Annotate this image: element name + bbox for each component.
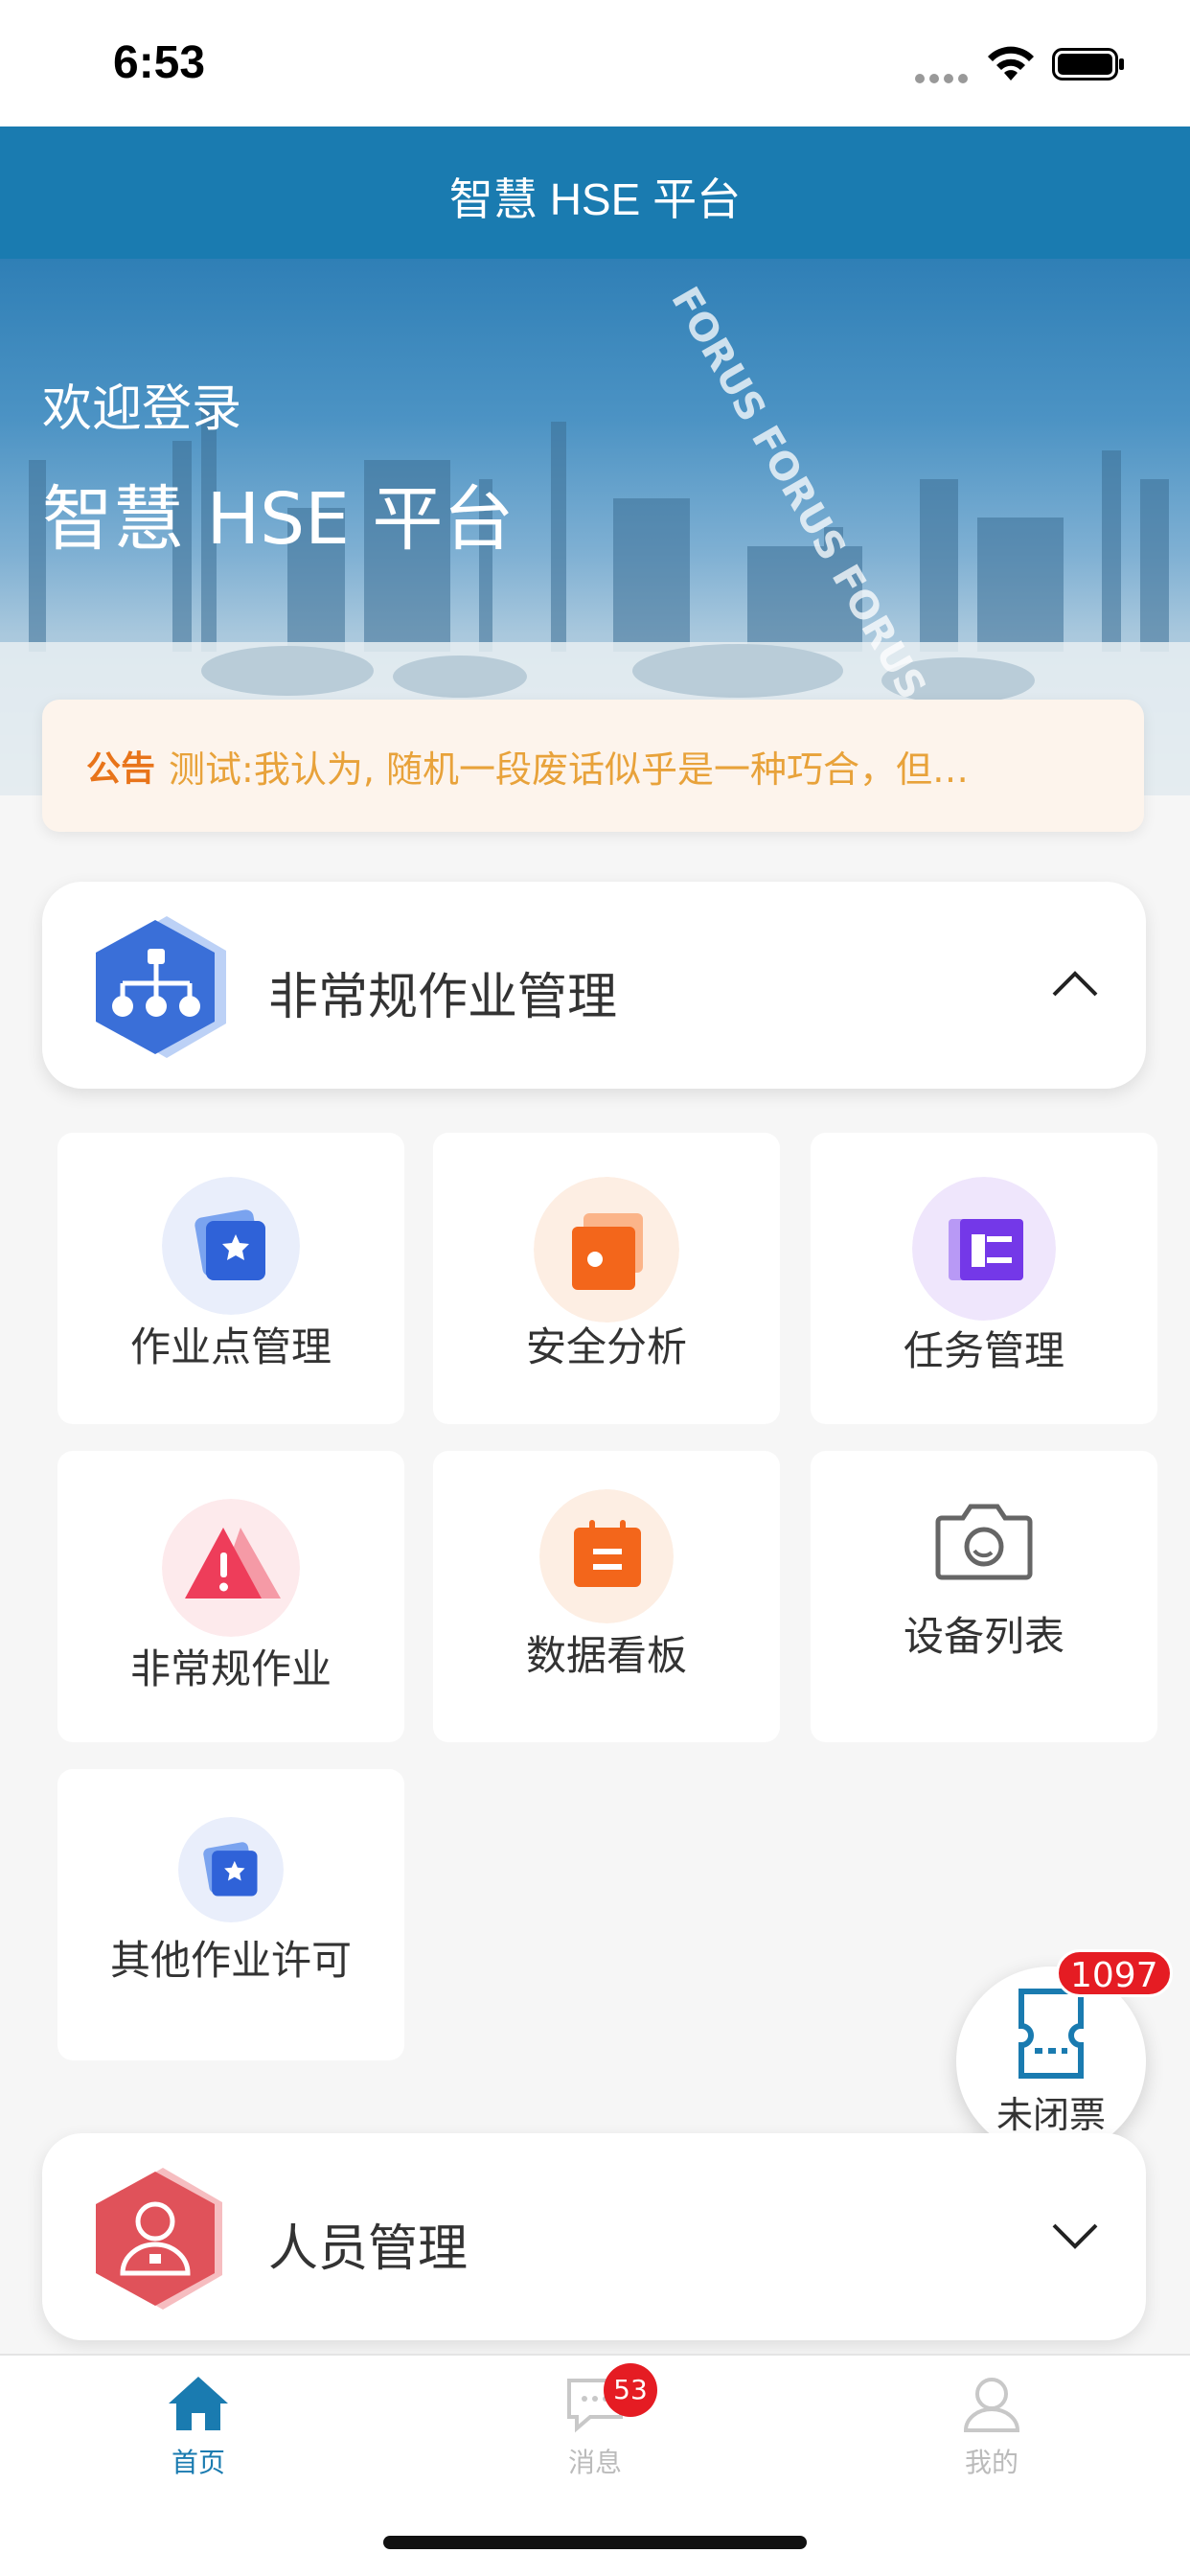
notice-tag: 公告 xyxy=(86,749,156,789)
message-count-badge: 53 xyxy=(604,2363,657,2417)
tile-nonroutine-work[interactable]: 非常规作业 xyxy=(57,1451,404,1742)
section-nonroutine-work[interactable]: 非常规作业管理 xyxy=(42,882,1146,1089)
org-chart-icon xyxy=(96,916,226,1058)
card-star-icon xyxy=(178,1817,284,1922)
fab-label: 未闭票 xyxy=(995,2094,1106,2136)
card-star-icon xyxy=(162,1177,300,1315)
tab-home[interactable]: 首页 xyxy=(0,2356,397,2490)
safe-area xyxy=(0,2488,1190,2576)
nav-header: 智慧 HSE 平台 xyxy=(0,126,1190,259)
open-tickets-button[interactable]: 未闭票 1097 xyxy=(956,1949,1173,2156)
battery-icon xyxy=(1052,48,1124,80)
home-icon xyxy=(169,2377,228,2430)
tab-label: 我的 xyxy=(964,2447,1018,2478)
tile-worksite-management[interactable]: 作业点管理 xyxy=(57,1133,404,1424)
tile-label: 设备列表 xyxy=(903,1613,1064,1660)
tab-bar: 首页 53 消息 我的 xyxy=(0,2354,1190,2488)
tile-label: 其他作业许可 xyxy=(109,1937,352,1984)
tab-label: 消息 xyxy=(567,2447,622,2478)
wifi-icon xyxy=(988,46,1034,80)
tile-label: 作业点管理 xyxy=(129,1323,332,1370)
chevron-up-icon[interactable] xyxy=(1050,964,1100,1002)
signal-icon xyxy=(915,69,973,83)
tile-label: 数据看板 xyxy=(525,1632,687,1679)
status-time: 6:53 xyxy=(113,37,206,88)
section-title: 非常规作业管理 xyxy=(268,969,618,1026)
user-icon xyxy=(963,2378,1020,2432)
tile-device-list[interactable]: 设备列表 xyxy=(811,1451,1157,1742)
tab-messages[interactable]: 53 消息 xyxy=(397,2356,793,2490)
tab-profile[interactable]: 我的 xyxy=(793,2356,1190,2490)
welcome-text: 欢迎登录 xyxy=(42,380,242,438)
camera-icon xyxy=(935,1504,1033,1580)
page-title: 智慧 HSE 平台 xyxy=(448,174,742,224)
notice-text: 测试:我认为, 随机一段废话似乎是一种巧合，但… xyxy=(169,748,969,791)
home-indicator[interactable] xyxy=(383,2536,807,2549)
banner-title: 智慧 HSE 平台 xyxy=(42,478,515,561)
warning-icon xyxy=(162,1499,300,1637)
tile-safety-analysis[interactable]: 安全分析 xyxy=(433,1133,780,1424)
section-personnel-management[interactable]: 人员管理 xyxy=(42,2133,1146,2340)
section-title: 人员管理 xyxy=(268,2220,469,2278)
notice-bar[interactable]: 公告 测试:我认为, 随机一段废话似乎是一种巧合，但… xyxy=(42,700,1144,832)
tile-data-board[interactable]: 数据看板 xyxy=(433,1451,780,1742)
tile-label: 安全分析 xyxy=(525,1323,687,1370)
tile-label: 任务管理 xyxy=(903,1327,1064,1374)
ticket-count-badge: 1097 xyxy=(1056,1949,1173,1997)
layers-icon xyxy=(534,1177,679,1322)
person-icon xyxy=(96,2168,222,2310)
board-icon xyxy=(539,1489,674,1623)
tile-label: 非常规作业 xyxy=(129,1645,332,1692)
chevron-down-icon[interactable] xyxy=(1050,2216,1100,2254)
ticket-icon xyxy=(1018,1989,1084,2079)
status-bar: 6:53 xyxy=(0,0,1190,126)
tile-other-permits[interactable]: 其他作业许可 xyxy=(57,1769,404,2060)
tile-task-management[interactable]: 任务管理 xyxy=(811,1133,1157,1424)
task-icon xyxy=(912,1177,1056,1321)
tab-label: 首页 xyxy=(171,2447,225,2478)
